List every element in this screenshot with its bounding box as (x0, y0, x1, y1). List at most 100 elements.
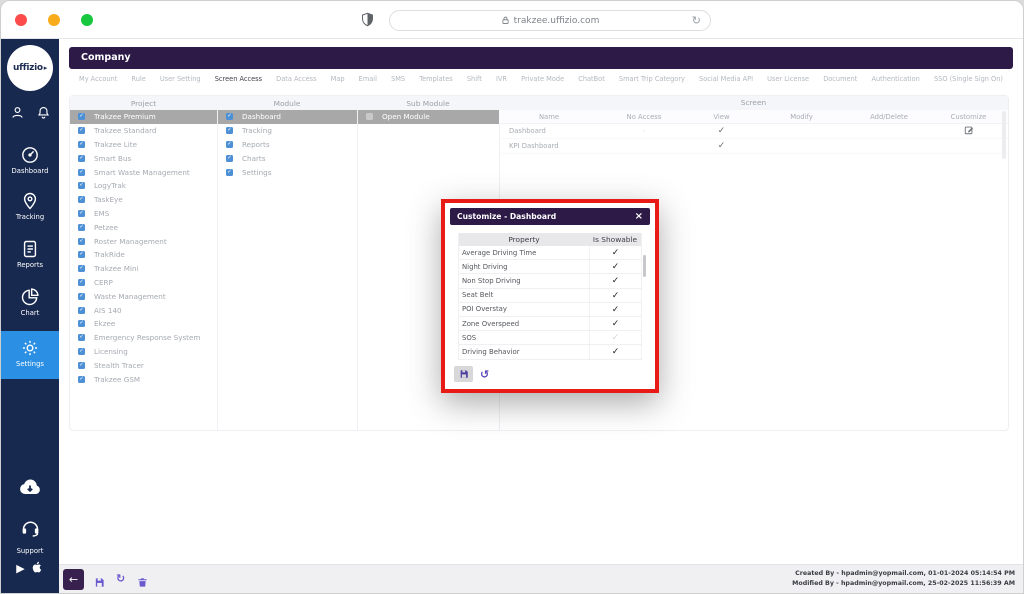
sidebar-item-chart[interactable]: Chart (1, 287, 59, 317)
modal-save-button[interactable] (454, 366, 473, 382)
sidebar-item-dashboard[interactable]: Dashboard (1, 145, 59, 175)
apple-icon[interactable] (30, 559, 44, 578)
url-bar[interactable]: trakzee.uffizio.com ↻ (389, 10, 711, 31)
project-row[interactable]: Roster Management (70, 234, 217, 248)
checkbox[interactable] (78, 182, 85, 189)
project-row[interactable]: Licensing (70, 345, 217, 359)
module-row[interactable]: Reports (218, 138, 357, 152)
project-row[interactable]: Trakzee Mini (70, 262, 217, 276)
tab[interactable]: Shift (467, 75, 482, 83)
save-icon[interactable] (94, 573, 105, 592)
project-row[interactable]: Trakzee Standard (70, 124, 217, 138)
delete-icon[interactable] (137, 573, 148, 592)
project-row[interactable]: Trakzee Premium (70, 110, 217, 124)
module-row[interactable]: Charts (218, 151, 357, 165)
project-row[interactable]: Trakzee GSM (70, 372, 217, 386)
submodule-row[interactable]: Open Module (358, 110, 499, 124)
showable-check[interactable]: ✓ (589, 303, 641, 316)
project-row[interactable]: LogyTrak (70, 179, 217, 193)
project-row[interactable]: Smart Bus (70, 151, 217, 165)
tab[interactable]: User Setting (160, 75, 201, 83)
google-play-icon[interactable]: ▶ (16, 562, 24, 575)
tab[interactable]: IVR (496, 75, 507, 83)
maximize-window-button[interactable] (81, 14, 93, 26)
showable-check[interactable]: ✓ (589, 274, 641, 287)
tab[interactable]: Templates (419, 75, 453, 83)
tab[interactable]: My Account (79, 75, 117, 83)
tab[interactable]: SMS (391, 75, 405, 83)
module-row[interactable]: Settings (218, 165, 357, 179)
tab[interactable]: User License (767, 75, 809, 83)
project-row[interactable]: Smart Waste Management (70, 165, 217, 179)
checkbox[interactable] (78, 196, 85, 203)
checkbox[interactable] (78, 141, 85, 148)
project-row[interactable]: TrakRide (70, 248, 217, 262)
project-row[interactable]: CERP (70, 276, 217, 290)
sidebar-item-settings[interactable]: Settings (1, 331, 59, 379)
checkbox[interactable] (78, 265, 85, 272)
shield-icon[interactable] (360, 12, 375, 28)
tab[interactable]: ChatBot (578, 75, 605, 83)
tab[interactable]: Authentication (871, 75, 919, 83)
checkbox[interactable] (226, 113, 233, 120)
project-row[interactable]: EMS (70, 207, 217, 221)
checkbox[interactable] (78, 320, 85, 327)
sidebar-item-support[interactable]: Support (1, 517, 59, 557)
checkbox[interactable] (78, 127, 85, 134)
checkbox[interactable] (78, 155, 85, 162)
project-row[interactable]: AIS 140 (70, 303, 217, 317)
reload-icon[interactable]: ↻ (692, 15, 701, 26)
checkbox[interactable] (78, 238, 85, 245)
checkbox[interactable] (226, 155, 233, 162)
project-row[interactable]: TaskEye (70, 193, 217, 207)
checkbox[interactable] (78, 307, 85, 314)
checkbox[interactable] (78, 362, 85, 369)
project-row[interactable]: Stealth Tracer (70, 358, 217, 372)
showable-check[interactable]: ✓ (589, 317, 641, 330)
checkbox[interactable] (226, 169, 233, 176)
module-row[interactable]: Tracking (218, 124, 357, 138)
tab[interactable]: Data Access (276, 75, 316, 83)
module-row[interactable]: Dashboard (218, 110, 357, 124)
project-row[interactable]: Waste Management (70, 289, 217, 303)
tab[interactable]: SSO (Single Sign On) (934, 75, 1003, 83)
tab[interactable]: Rule (131, 75, 145, 83)
tab[interactable]: Screen Access (215, 75, 262, 83)
checkbox[interactable] (78, 224, 85, 231)
checkbox[interactable] (366, 113, 373, 120)
showable-check[interactable]: ✓ (589, 260, 641, 273)
checkbox[interactable] (78, 113, 85, 120)
showable-check[interactable]: ✓ (589, 289, 641, 302)
refresh-icon[interactable]: ↻ (116, 572, 125, 585)
checkbox[interactable] (78, 293, 85, 300)
user-icon[interactable] (10, 105, 25, 124)
tab[interactable]: Private Mode (521, 75, 564, 83)
sidebar-item-tracking[interactable]: Tracking (1, 191, 59, 221)
modal-refresh-icon[interactable]: ↺ (480, 368, 489, 381)
project-row[interactable]: Petzee (70, 220, 217, 234)
checkbox[interactable] (78, 376, 85, 383)
sidebar-item-reports[interactable]: Reports (1, 239, 59, 269)
back-button[interactable]: ← (63, 569, 84, 590)
project-row[interactable]: Emergency Response System (70, 331, 217, 345)
checkbox[interactable] (226, 141, 233, 148)
screen-table-scrollbar[interactable] (1002, 111, 1006, 159)
tab[interactable]: Map (331, 75, 345, 83)
project-row[interactable]: Ekzee (70, 317, 217, 331)
cloud-download-icon[interactable] (1, 475, 59, 503)
bell-icon[interactable] (36, 105, 51, 124)
tab[interactable]: Social Media API (699, 75, 753, 83)
customize-edit-icon[interactable] (964, 125, 974, 135)
checkbox[interactable] (78, 279, 85, 286)
modal-scrollbar[interactable] (643, 255, 646, 277)
tab[interactable]: Smart Trip Category (619, 75, 685, 83)
close-window-button[interactable] (15, 14, 27, 26)
checkbox[interactable] (78, 251, 85, 258)
minimize-window-button[interactable] (48, 14, 60, 26)
tab[interactable]: Email (359, 75, 377, 83)
project-row[interactable]: Trakzee Lite (70, 138, 217, 152)
showable-check[interactable]: ✓ (589, 345, 641, 358)
close-icon[interactable]: × (635, 212, 643, 222)
checkbox[interactable] (226, 127, 233, 134)
showable-check[interactable]: ✓ (589, 331, 641, 344)
